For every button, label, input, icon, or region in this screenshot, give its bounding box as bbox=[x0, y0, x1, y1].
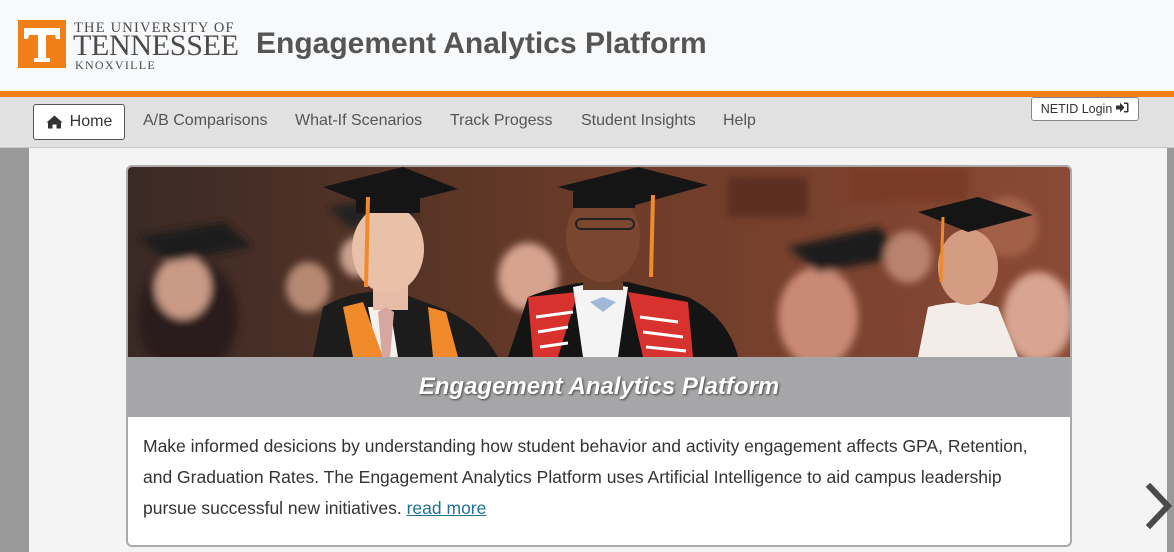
power-t-icon bbox=[18, 20, 66, 68]
carousel-next-button[interactable] bbox=[1144, 482, 1174, 530]
university-logo[interactable]: THE UNIVERSITY OF TENNESSEE KNOXVILLE bbox=[18, 20, 239, 72]
nav-help[interactable]: Help bbox=[723, 112, 756, 130]
nav-student-insights[interactable]: Student Insights bbox=[581, 112, 696, 130]
nav-ab-comparisons[interactable]: A/B Comparisons bbox=[143, 112, 268, 130]
nav-track-progress[interactable]: Track Progess bbox=[450, 112, 553, 130]
sign-in-icon bbox=[1116, 102, 1129, 116]
nav-home-label: Home bbox=[69, 113, 113, 130]
netid-login-button[interactable]: NETID Login bbox=[1031, 97, 1139, 121]
app-title: Engagement Analytics Platform bbox=[256, 27, 707, 60]
graduation-hero-image bbox=[128, 167, 1070, 357]
nav-home-button[interactable]: Home bbox=[33, 104, 125, 140]
read-more-link[interactable]: read more bbox=[407, 498, 487, 518]
nav-what-if-scenarios[interactable]: What-If Scenarios bbox=[295, 112, 422, 130]
carousel-caption: Engagement Analytics Platform bbox=[128, 357, 1070, 417]
description-text: Make informed desicions by understanding… bbox=[143, 436, 1028, 518]
logo-text-knoxville: KNOXVILLE bbox=[75, 58, 157, 72]
caption-title: Engagement Analytics Platform bbox=[418, 373, 780, 400]
chevron-right-icon bbox=[1144, 482, 1174, 533]
main-nav: Home A/B Comparisons What-If Scenarios T… bbox=[0, 97, 1174, 148]
netid-login-label: NETID Login bbox=[1040, 102, 1113, 116]
home-icon bbox=[46, 115, 63, 129]
carousel-description: Make informed desicions by understanding… bbox=[143, 431, 1053, 524]
left-gutter bbox=[0, 148, 29, 552]
carousel-slide: Engagement Analytics Platform Make infor… bbox=[126, 165, 1072, 547]
site-header: THE UNIVERSITY OF TENNESSEE KNOXVILLE En… bbox=[0, 0, 1174, 91]
